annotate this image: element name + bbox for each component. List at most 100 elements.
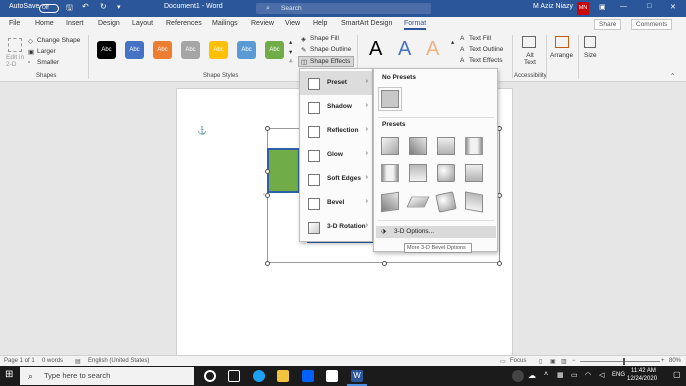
- text-outline-button[interactable]: Text Outline: [469, 46, 503, 53]
- 3d-options-item[interactable]: ⬗ 3-D Options...: [376, 226, 496, 238]
- menu-item-soft-edges[interactable]: Soft Edges ›: [300, 167, 372, 191]
- styles-scroll-down-icon[interactable]: ▾: [289, 48, 292, 56]
- close-icon[interactable]: ✕: [670, 3, 676, 11]
- preset-11[interactable]: [435, 191, 457, 213]
- menu-item-shadow[interactable]: Shadow ›: [300, 95, 372, 119]
- text-effects-icon[interactable]: A: [460, 57, 464, 64]
- preset-5[interactable]: [379, 162, 401, 184]
- larger-button[interactable]: Larger: [37, 48, 56, 55]
- menu-item-preset[interactable]: Preset ›: [300, 71, 372, 95]
- search-box[interactable]: ⌕ Search: [256, 3, 431, 14]
- volume-icon[interactable]: ◁: [599, 371, 604, 379]
- tab-home[interactable]: Home: [35, 20, 54, 27]
- style-swatch-blue[interactable]: Abc: [125, 41, 144, 59]
- dropbox-icon[interactable]: [302, 370, 314, 382]
- shape-effects-button[interactable]: ◫ Shape Effects: [298, 56, 354, 67]
- task-view-icon[interactable]: [228, 370, 240, 382]
- alt-text-icon[interactable]: [522, 36, 536, 48]
- wordart-style-black[interactable]: A: [369, 38, 382, 61]
- proofing-icon[interactable]: ▤: [75, 358, 81, 365]
- battery-icon[interactable]: ▭: [571, 371, 578, 379]
- text-pane-toggle-icon[interactable]: ‹: [263, 192, 265, 198]
- maximize-icon[interactable]: □: [647, 3, 651, 10]
- word-count[interactable]: 0 words: [42, 358, 63, 364]
- preset-3[interactable]: [435, 135, 457, 157]
- style-swatch-orange[interactable]: Abc: [153, 41, 172, 59]
- preset-none[interactable]: [378, 87, 402, 111]
- tab-file[interactable]: File: [9, 20, 20, 27]
- resize-handle[interactable]: [265, 193, 270, 198]
- smaller-icon[interactable]: ▫: [28, 59, 30, 66]
- larger-icon[interactable]: ▣: [28, 48, 34, 56]
- redo-icon[interactable]: ↻: [100, 2, 107, 11]
- styles-more-icon[interactable]: ⩡: [289, 58, 293, 66]
- style-swatch-green[interactable]: Abc: [265, 41, 284, 59]
- windows-start-icon[interactable]: ⊞: [5, 370, 13, 380]
- change-shape-button[interactable]: Change Shape: [37, 37, 80, 44]
- style-swatch-gray[interactable]: Abc: [181, 41, 200, 59]
- minimize-icon[interactable]: —: [620, 3, 627, 10]
- wifi-icon[interactable]: ◠: [585, 371, 591, 379]
- text-effects-button[interactable]: Text Effects: [469, 57, 502, 64]
- focus-button[interactable]: Focus: [510, 358, 526, 364]
- wordart-scroll-icon[interactable]: ▴: [451, 38, 454, 46]
- styles-scroll-up-icon[interactable]: ▴: [289, 38, 292, 46]
- arrange-button[interactable]: Arrange: [550, 52, 573, 59]
- menu-item-3d-rotation[interactable]: 3-D Rotation ›: [300, 215, 372, 239]
- arrange-icon[interactable]: [555, 36, 569, 48]
- people-icon[interactable]: [512, 370, 524, 382]
- tab-references[interactable]: References: [166, 20, 202, 27]
- shape-outline-button[interactable]: Shape Outline: [310, 46, 351, 53]
- clock-time[interactable]: 11:42 AM: [631, 368, 656, 374]
- style-swatch-black[interactable]: Abc: [97, 41, 116, 59]
- tab-view[interactable]: View: [285, 20, 300, 27]
- print-layout-icon[interactable]: ▣: [550, 358, 556, 365]
- menu-item-reflection[interactable]: Reflection ›: [300, 119, 372, 143]
- preset-4[interactable]: [463, 135, 485, 157]
- input-language[interactable]: ENG: [612, 372, 625, 378]
- tab-review[interactable]: Review: [251, 20, 274, 27]
- taskbar-search[interactable]: ⌕ Type here to search: [20, 367, 194, 385]
- change-shape-icon[interactable]: ◇: [28, 37, 33, 45]
- web-layout-icon[interactable]: ▥: [561, 358, 567, 365]
- language-status[interactable]: English (United States): [88, 358, 149, 364]
- menu-item-glow[interactable]: Glow ›: [300, 143, 372, 167]
- size-button[interactable]: Size: [584, 52, 597, 59]
- preset-8[interactable]: [463, 162, 485, 184]
- preset-6[interactable]: [407, 162, 429, 184]
- edit-2d-button[interactable]: Edit in 2-D: [6, 54, 26, 68]
- preset-12[interactable]: [463, 191, 485, 213]
- save-icon[interactable]: 🖫: [66, 2, 73, 16]
- text-outline-icon[interactable]: A: [460, 46, 464, 53]
- avatar[interactable]: MN: [577, 2, 589, 15]
- zoom-slider-thumb[interactable]: [623, 358, 625, 365]
- shape-fill-icon[interactable]: ◈: [301, 35, 306, 43]
- tab-layout[interactable]: Layout: [132, 20, 153, 27]
- tab-design[interactable]: Design: [98, 20, 120, 27]
- share-button[interactable]: Share: [594, 19, 622, 30]
- preset-1[interactable]: [379, 135, 401, 157]
- word-icon[interactable]: W: [351, 370, 363, 382]
- zoom-in-icon[interactable]: +: [661, 358, 665, 364]
- style-swatch-gold[interactable]: Abc: [209, 41, 228, 59]
- focus-icon[interactable]: ▭: [500, 358, 506, 365]
- text-fill-button[interactable]: Text Fill: [469, 35, 491, 42]
- text-fill-icon[interactable]: A: [460, 35, 464, 42]
- collapse-ribbon-icon[interactable]: ⌃: [670, 72, 675, 80]
- shape-handle[interactable]: [265, 169, 270, 174]
- smartart-shape[interactable]: [267, 148, 300, 193]
- shape-outline-icon[interactable]: ✎: [301, 46, 306, 54]
- tab-insert[interactable]: Insert: [66, 20, 84, 27]
- style-swatch-lightblue[interactable]: Abc: [237, 41, 256, 59]
- undo-icon[interactable]: ↶: [82, 2, 89, 11]
- edge-icon[interactable]: [253, 370, 265, 382]
- customize-qat-icon[interactable]: ▾: [117, 3, 121, 11]
- preset-2[interactable]: [407, 135, 429, 157]
- shape-fill-button[interactable]: Shape Fill: [310, 35, 339, 42]
- cloud-icon[interactable]: ☁: [528, 371, 536, 380]
- preset-10[interactable]: [406, 191, 430, 213]
- wordart-style-blue[interactable]: A: [398, 38, 411, 61]
- tab-mailings[interactable]: Mailings: [212, 20, 238, 27]
- network-icon[interactable]: ▦: [557, 371, 564, 379]
- size-icon[interactable]: [584, 36, 596, 48]
